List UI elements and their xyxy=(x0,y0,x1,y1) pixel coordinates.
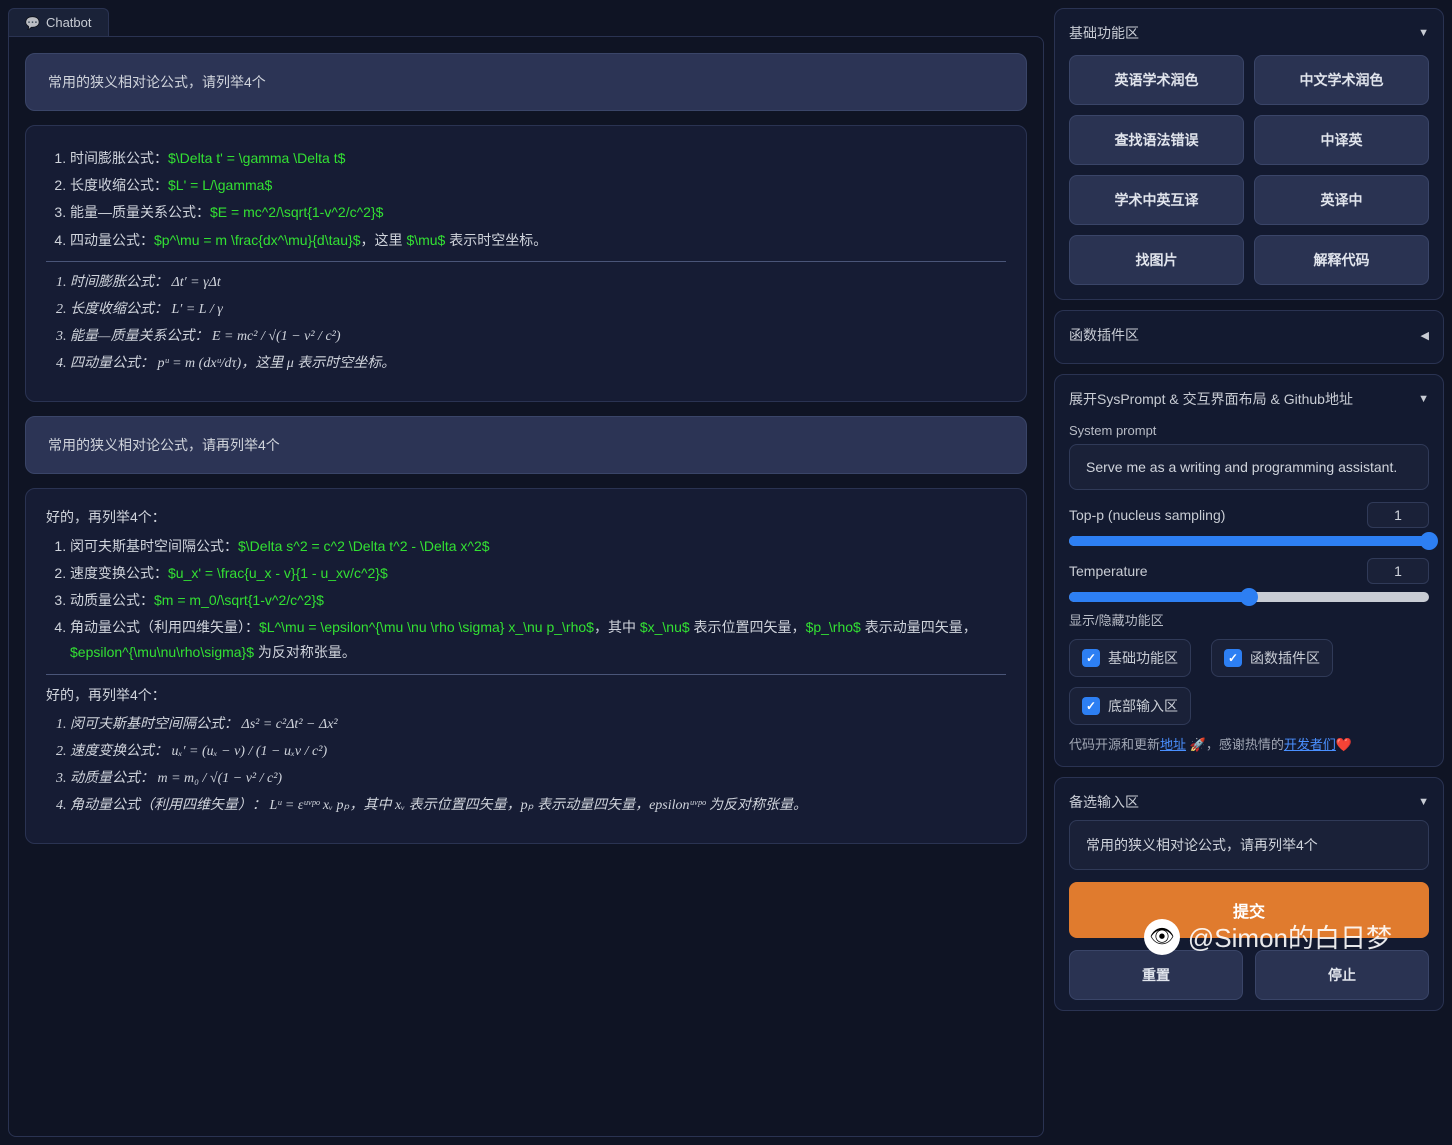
checkbox-bottom-input[interactable]: ✓ 底部输入区 xyxy=(1069,687,1191,725)
heart-icon: ❤️ xyxy=(1336,737,1352,752)
action-button[interactable]: 英译中 xyxy=(1254,175,1429,225)
action-button[interactable]: 英语学术润色 xyxy=(1069,55,1244,105)
chevron-down-icon: ▼ xyxy=(1418,393,1429,405)
user-message: 常用的狭义相对论公式，请再列举4个 xyxy=(25,416,1027,474)
reset-button[interactable]: 重置 xyxy=(1069,950,1243,1000)
chevron-left-icon: ◀ xyxy=(1421,329,1429,342)
temperature-input[interactable]: 1 xyxy=(1367,558,1429,584)
action-button[interactable]: 中译英 xyxy=(1254,115,1429,165)
check-icon: ✓ xyxy=(1224,649,1242,667)
check-icon: ✓ xyxy=(1082,649,1100,667)
submit-button[interactable]: 提交 xyxy=(1069,882,1429,938)
action-button[interactable]: 查找语法错误 xyxy=(1069,115,1244,165)
plugins-panel: 函数插件区 ◀ xyxy=(1054,310,1444,364)
chat-icon: 💬 xyxy=(25,16,40,30)
checkbox-plugins[interactable]: ✓ 函数插件区 xyxy=(1211,639,1333,677)
credit-text: 代码开源和更新地址 🚀，感谢热情的开发者们❤️ xyxy=(1069,735,1429,756)
repo-link[interactable]: 地址 xyxy=(1160,737,1186,752)
basic-functions-panel: 基础功能区 ▼ 英语学术润色 中文学术润色 查找语法错误 中译英 学术中英互译 … xyxy=(1054,8,1444,300)
temperature-slider[interactable] xyxy=(1069,592,1429,602)
rocket-icon: 🚀 xyxy=(1190,737,1206,752)
sysprompt-panel: 展开SysPrompt & 交互界面布局 & Github地址 ▼ System… xyxy=(1054,374,1444,767)
topp-input[interactable]: 1 xyxy=(1367,502,1429,528)
bot-message: 好的，再列举4个： 闵可夫斯基时空间隔公式：$\Delta s^2 = c^2 … xyxy=(25,488,1027,844)
chat-area: 常用的狭义相对论公式，请列举4个 时间膨胀公式：$\Delta t' = \ga… xyxy=(8,36,1044,1137)
stop-button[interactable]: 停止 xyxy=(1255,950,1429,1000)
action-button[interactable]: 中文学术润色 xyxy=(1254,55,1429,105)
alt-input-panel: 备选输入区 ▼ 常用的狭义相对论公式，请再列举4个 提交 重置 停止 xyxy=(1054,777,1444,1011)
panel-toggle[interactable]: 基础功能区 ▼ xyxy=(1069,19,1429,51)
system-prompt-label: System prompt xyxy=(1069,423,1429,438)
user-message: 常用的狭义相对论公式，请列举4个 xyxy=(25,53,1027,111)
temperature-label: Temperature xyxy=(1069,563,1148,579)
panel-toggle[interactable]: 函数插件区 ◀ xyxy=(1069,321,1429,353)
chevron-down-icon: ▼ xyxy=(1418,27,1429,39)
system-prompt-input[interactable]: Serve me as a writing and programming as… xyxy=(1069,444,1429,490)
tab-chatbot[interactable]: 💬 Chatbot xyxy=(8,8,109,36)
alt-text-input[interactable]: 常用的狭义相对论公式，请再列举4个 xyxy=(1069,820,1429,870)
checkbox-basic[interactable]: ✓ 基础功能区 xyxy=(1069,639,1191,677)
action-button[interactable]: 找图片 xyxy=(1069,235,1244,285)
check-icon: ✓ xyxy=(1082,697,1100,715)
panel-toggle[interactable]: 展开SysPrompt & 交互界面布局 & Github地址 ▼ xyxy=(1069,385,1429,417)
tab-label: Chatbot xyxy=(46,15,92,30)
action-button[interactable]: 解释代码 xyxy=(1254,235,1429,285)
devs-link[interactable]: 开发者们 xyxy=(1284,737,1336,752)
bot-message: 时间膨胀公式：$\Delta t' = \gamma \Delta t$ 长度收… xyxy=(25,125,1027,402)
panel-toggle[interactable]: 备选输入区 ▼ xyxy=(1069,788,1429,820)
action-button[interactable]: 学术中英互译 xyxy=(1069,175,1244,225)
toggle-section-label: 显示/隐藏功能区 xyxy=(1069,610,1429,629)
topp-slider[interactable] xyxy=(1069,536,1429,546)
topp-label: Top-p (nucleus sampling) xyxy=(1069,507,1225,523)
chevron-down-icon: ▼ xyxy=(1418,796,1429,808)
